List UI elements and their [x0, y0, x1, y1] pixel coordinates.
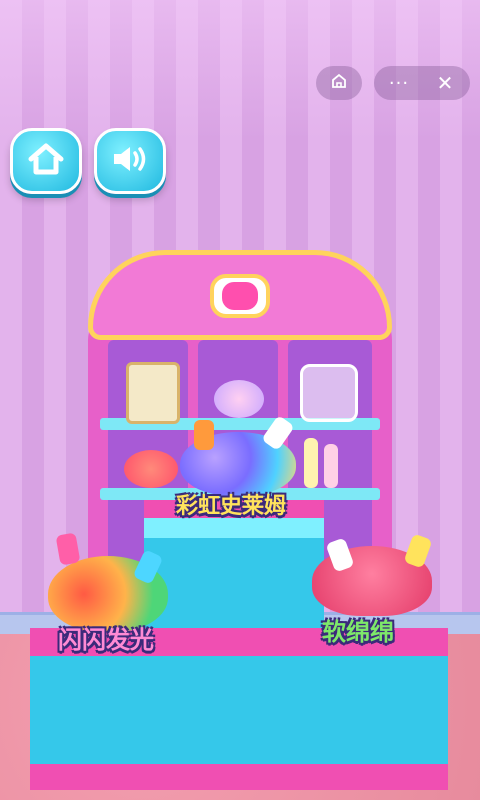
- pedestal-rainbow-top: [144, 518, 324, 538]
- glitter-slime-label[interactable]: 闪闪发光: [58, 620, 154, 655]
- candy-jar: [214, 380, 264, 418]
- milk-jug: [300, 364, 358, 422]
- sound-button[interactable]: [94, 128, 166, 194]
- heart-icon: [222, 282, 258, 310]
- house-icon: [27, 142, 65, 180]
- ellipsis-icon[interactable]: ···: [376, 73, 422, 94]
- counter-bottom-band: [30, 764, 448, 790]
- close-icon[interactable]: ✕: [422, 71, 468, 95]
- mini-home-button[interactable]: [316, 66, 362, 100]
- counter-front: [30, 656, 448, 768]
- home-button[interactable]: [10, 128, 82, 194]
- mini-menu-capsule: ··· ✕: [374, 66, 470, 100]
- glue-bottle: [324, 444, 338, 488]
- fluffy-slime-label[interactable]: 软绵绵: [322, 612, 394, 647]
- glue-bottle: [304, 438, 318, 488]
- rainbow-slime-label[interactable]: 彩虹史莱姆: [176, 488, 286, 520]
- speaker-icon: [110, 142, 150, 180]
- cereal-box: [126, 362, 180, 424]
- glue-bottle-icon: [194, 420, 214, 450]
- house-icon: [330, 72, 348, 94]
- jelly-bowl: [124, 450, 178, 488]
